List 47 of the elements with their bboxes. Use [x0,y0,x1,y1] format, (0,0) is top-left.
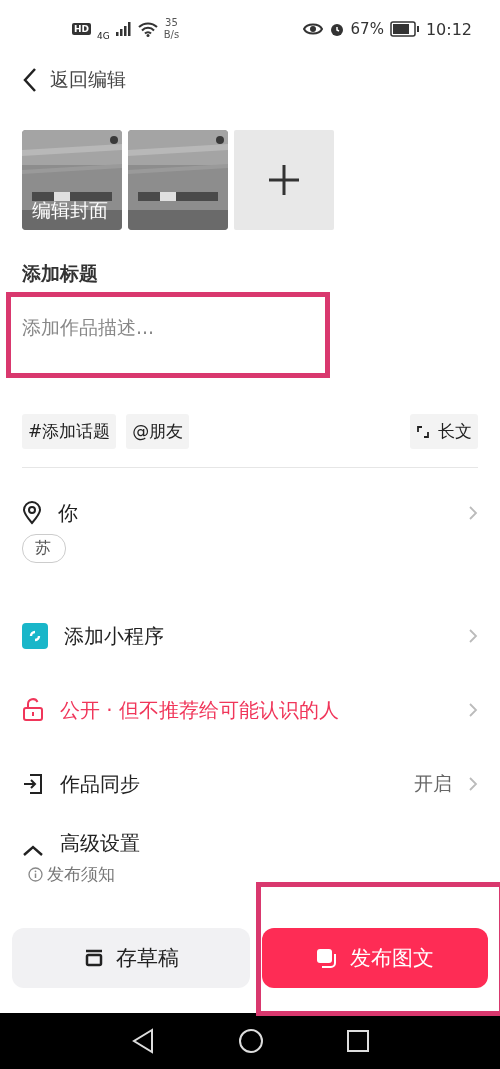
setting-value: 开启 [414,771,452,796]
wifi-icon [137,21,158,37]
chevron-icon [468,702,478,718]
title-field[interactable]: 添加标题 [22,258,478,288]
caret-up-icon [22,845,44,857]
publish-notice-link[interactable]: 发布须知 [47,863,115,886]
signal-icon [115,22,132,36]
add-image-button[interactable] [234,130,334,230]
chevron-icon [468,628,478,644]
chevron-icon [468,505,478,521]
info-icon [28,867,43,882]
setting-label[interactable]: 作品同步 [60,770,398,798]
tag-chip[interactable]: @朋友 [126,414,190,449]
battery-percent: 67% [350,20,384,38]
setting-label[interactable]: 公开 · 但不推荐给可能认识的人 [60,696,452,724]
back-icon [22,67,38,93]
tag-chip[interactable]: #添加话题 [22,414,117,449]
alarm-icon [328,21,345,37]
publish-button[interactable]: 发布图文 [262,928,488,988]
eye-icon [302,22,323,36]
location-suggestion-chip[interactable]: 苏 [22,534,66,563]
back-button[interactable]: 返回编辑 [22,67,126,93]
location-label[interactable]: 你 [58,499,452,527]
location-pin-icon [22,501,42,525]
draft-box-icon [83,949,104,967]
net-speed-unit: B/s [163,29,180,41]
stacked-squares-icon [316,948,338,968]
sync-icon [22,773,44,795]
setting-label[interactable]: 高级设置 [60,830,478,857]
clock-time: 10:12 [425,19,472,39]
unlock-icon [22,698,44,722]
corner-brackets-icon [416,424,430,439]
recents-nav-icon[interactable] [346,1030,369,1052]
setting-label[interactable]: 添加小程序 [64,622,452,650]
battery-icon [389,21,420,37]
save-draft-button[interactable]: 存草稿 [12,928,250,988]
edit-cover-label[interactable]: 编辑封面 [32,198,108,224]
plus-icon [267,163,301,197]
chevron-icon [468,776,478,792]
hd-icon: HD [72,23,91,35]
net-speed-value: 35 [165,17,178,29]
network-label: 4G [97,31,110,41]
mini-program-icon [22,623,48,649]
description-field[interactable]: 添加作品描述... [22,312,478,342]
back-nav-icon[interactable] [131,1028,156,1054]
home-nav-icon[interactable] [238,1028,264,1054]
long-text-button[interactable]: 长文 [410,414,478,449]
